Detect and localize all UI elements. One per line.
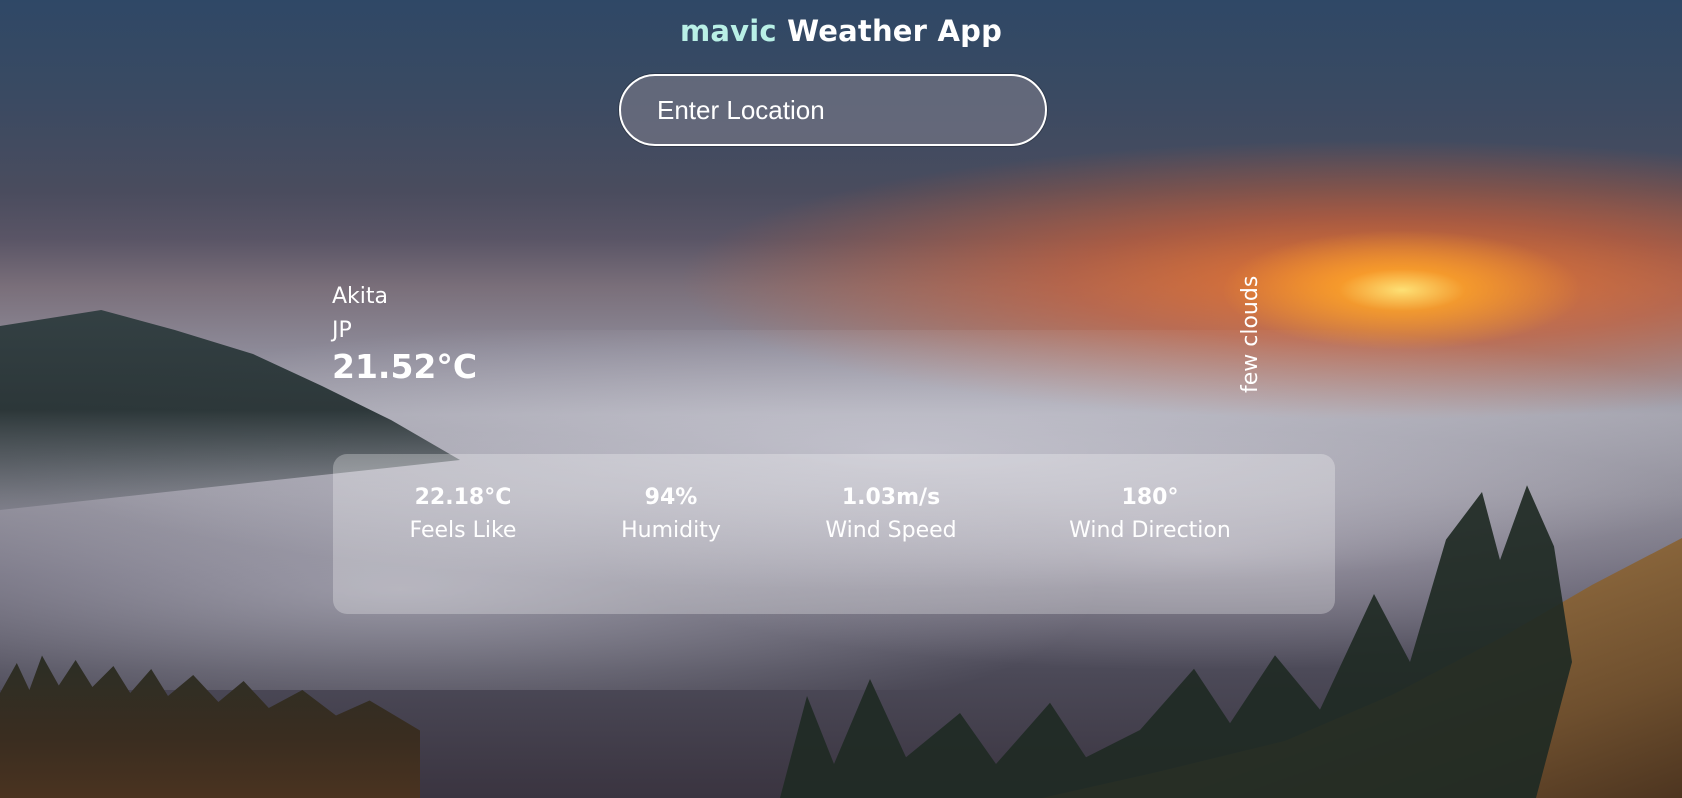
city-name: Akita	[332, 284, 389, 309]
wind-direction-label: Wind Direction	[1069, 518, 1231, 543]
feels-like-stat: 22.18°C Feels Like	[393, 482, 533, 548]
wind-direction-stat: 180° Wind Direction	[1045, 482, 1255, 548]
app-title: mavic Weather App	[0, 14, 1682, 48]
weather-description-text: few clouds	[1238, 275, 1263, 393]
country-code: JP	[332, 318, 352, 343]
weather-details-panel: 22.18°C Feels Like 94% Humidity 1.03m/s …	[333, 454, 1335, 614]
wind-speed-label: Wind Speed	[825, 518, 957, 543]
app-title-text: Weather App	[787, 14, 1003, 48]
location-search-input[interactable]	[621, 76, 1045, 144]
feels-like-value: 22.18°C	[414, 485, 512, 510]
current-temperature: 21.52°C	[332, 347, 478, 386]
background-trees-left	[0, 655, 420, 798]
wind-direction-value: 180°	[1121, 485, 1179, 510]
humidity-label: Humidity	[621, 518, 721, 543]
search-box	[619, 74, 1047, 146]
humidity-stat: 94% Humidity	[601, 482, 741, 548]
weather-description: few clouds	[1238, 257, 1266, 397]
location-summary: Akita JP 21.52°C	[332, 280, 477, 384]
wind-speed-stat: 1.03m/s Wind Speed	[803, 482, 979, 548]
wind-speed-value: 1.03m/s	[841, 485, 941, 510]
app-brand: mavic	[679, 14, 777, 48]
feels-like-label: Feels Like	[409, 518, 517, 543]
humidity-value: 94%	[644, 485, 698, 510]
